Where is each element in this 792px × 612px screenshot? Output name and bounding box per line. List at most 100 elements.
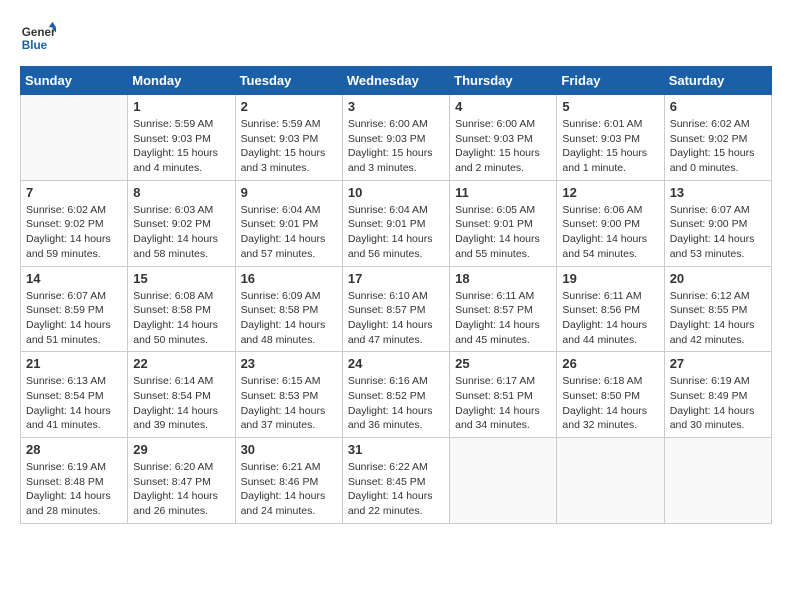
day-number: 10: [348, 185, 444, 200]
calendar-cell: 17 Sunrise: 6:10 AMSunset: 8:57 PMDayligh…: [342, 266, 449, 352]
calendar-cell: 18 Sunrise: 6:11 AMSunset: 8:57 PMDayligh…: [450, 266, 557, 352]
day-info: Sunrise: 6:15 AMSunset: 8:53 PMDaylight:…: [241, 374, 337, 433]
day-info: Sunrise: 6:02 AMSunset: 9:02 PMDaylight:…: [670, 117, 766, 176]
calendar-cell: 9 Sunrise: 6:04 AMSunset: 9:01 PMDaylight…: [235, 180, 342, 266]
calendar-cell: 20Sunrise: 6:12 AMSunset: 8:55 PMDayligh…: [664, 266, 771, 352]
weekday-header-saturday: Saturday: [664, 67, 771, 95]
day-info: Sunrise: 6:00 AMSunset: 9:03 PMDaylight:…: [455, 117, 551, 176]
calendar-cell: [664, 438, 771, 524]
calendar-cell: 10 Sunrise: 6:04 AMSunset: 9:01 PMDayligh…: [342, 180, 449, 266]
calendar-cell: 29Sunrise: 6:20 AMSunset: 8:47 PMDayligh…: [128, 438, 235, 524]
day-number: 26: [562, 356, 658, 371]
day-info: Sunrise: 6:01 AMSunset: 9:03 PMDaylight:…: [562, 117, 658, 176]
day-info: Sunrise: 6:11 AMSunset: 8:56 PMDaylight:…: [562, 289, 658, 348]
day-info: Sunrise: 6:12 AMSunset: 8:55 PMDaylight:…: [670, 289, 766, 348]
day-number: 12: [562, 185, 658, 200]
calendar-cell: 19 Sunrise: 6:11 AMSunset: 8:56 PMDayligh…: [557, 266, 664, 352]
calendar-cell: 21 Sunrise: 6:13 AMSunset: 8:54 PMDayligh…: [21, 352, 128, 438]
calendar-cell: 8 Sunrise: 6:03 AMSunset: 9:02 PMDaylight…: [128, 180, 235, 266]
calendar-cell: 12 Sunrise: 6:06 AMSunset: 9:00 PMDayligh…: [557, 180, 664, 266]
day-info: Sunrise: 5:59 AMSunset: 9:03 PMDaylight:…: [241, 117, 337, 176]
day-number: 30: [241, 442, 337, 457]
day-number: 15: [133, 271, 229, 286]
day-info: Sunrise: 6:17 AMSunset: 8:51 PMDaylight:…: [455, 374, 551, 433]
day-info: Sunrise: 6:02 AMSunset: 9:02 PMDaylight:…: [26, 203, 122, 262]
calendar-week-row-3: 14 Sunrise: 6:07 AMSunset: 8:59 PMDayligh…: [21, 266, 772, 352]
day-number: 19: [562, 271, 658, 286]
day-info: Sunrise: 6:10 AMSunset: 8:57 PMDaylight:…: [348, 289, 444, 348]
calendar-cell: [450, 438, 557, 524]
svg-text:Blue: Blue: [22, 39, 48, 52]
day-number: 17: [348, 271, 444, 286]
day-info: Sunrise: 6:19 AMSunset: 8:49 PMDaylight:…: [670, 374, 766, 433]
calendar-cell: 11Sunrise: 6:05 AMSunset: 9:01 PMDayligh…: [450, 180, 557, 266]
day-number: 24: [348, 356, 444, 371]
day-info: Sunrise: 6:08 AMSunset: 8:58 PMDaylight:…: [133, 289, 229, 348]
calendar-cell: 27 Sunrise: 6:19 AMSunset: 8:49 PMDayligh…: [664, 352, 771, 438]
weekday-header-wednesday: Wednesday: [342, 67, 449, 95]
day-info: Sunrise: 5:59 AMSunset: 9:03 PMDaylight:…: [133, 117, 229, 176]
calendar-week-row-5: 28 Sunrise: 6:19 AMSunset: 8:48 PMDayligh…: [21, 438, 772, 524]
calendar-week-row-2: 7 Sunrise: 6:02 AMSunset: 9:02 PMDaylight…: [21, 180, 772, 266]
weekday-header-sunday: Sunday: [21, 67, 128, 95]
day-number: 8: [133, 185, 229, 200]
weekday-header-tuesday: Tuesday: [235, 67, 342, 95]
day-number: 13: [670, 185, 766, 200]
calendar-cell: 28 Sunrise: 6:19 AMSunset: 8:48 PMDayligh…: [21, 438, 128, 524]
logo-icon: General Blue: [20, 20, 56, 56]
day-info: Sunrise: 6:07 AMSunset: 9:00 PMDaylight:…: [670, 203, 766, 262]
logo: General Blue: [20, 20, 56, 56]
day-number: 16: [241, 271, 337, 286]
calendar-week-row-4: 21 Sunrise: 6:13 AMSunset: 8:54 PMDayligh…: [21, 352, 772, 438]
weekday-header-monday: Monday: [128, 67, 235, 95]
calendar-cell: 3 Sunrise: 6:00 AMSunset: 9:03 PMDaylight…: [342, 95, 449, 181]
day-number: 6: [670, 99, 766, 114]
day-number: 22: [133, 356, 229, 371]
day-info: Sunrise: 6:19 AMSunset: 8:48 PMDaylight:…: [26, 460, 122, 519]
day-number: 23: [241, 356, 337, 371]
calendar-cell: 5Sunrise: 6:01 AMSunset: 9:03 PMDaylight…: [557, 95, 664, 181]
calendar-table: SundayMondayTuesdayWednesdayThursdayFrid…: [20, 66, 772, 524]
day-number: 2: [241, 99, 337, 114]
weekday-header-row: SundayMondayTuesdayWednesdayThursdayFrid…: [21, 67, 772, 95]
day-info: Sunrise: 6:16 AMSunset: 8:52 PMDaylight:…: [348, 374, 444, 433]
day-info: Sunrise: 6:04 AMSunset: 9:01 PMDaylight:…: [241, 203, 337, 262]
calendar-cell: 7 Sunrise: 6:02 AMSunset: 9:02 PMDaylight…: [21, 180, 128, 266]
calendar-cell: 22Sunrise: 6:14 AMSunset: 8:54 PMDayligh…: [128, 352, 235, 438]
day-number: 9: [241, 185, 337, 200]
day-number: 21: [26, 356, 122, 371]
day-number: 3: [348, 99, 444, 114]
calendar-cell: 30Sunrise: 6:21 AMSunset: 8:46 PMDayligh…: [235, 438, 342, 524]
page-header: General Blue: [20, 20, 772, 56]
day-number: 28: [26, 442, 122, 457]
day-number: 27: [670, 356, 766, 371]
day-info: Sunrise: 6:07 AMSunset: 8:59 PMDaylight:…: [26, 289, 122, 348]
day-info: Sunrise: 6:04 AMSunset: 9:01 PMDaylight:…: [348, 203, 444, 262]
day-info: Sunrise: 6:06 AMSunset: 9:00 PMDaylight:…: [562, 203, 658, 262]
day-number: 14: [26, 271, 122, 286]
day-info: Sunrise: 6:03 AMSunset: 9:02 PMDaylight:…: [133, 203, 229, 262]
day-info: Sunrise: 6:13 AMSunset: 8:54 PMDaylight:…: [26, 374, 122, 433]
calendar-cell: 6 Sunrise: 6:02 AMSunset: 9:02 PMDaylight…: [664, 95, 771, 181]
day-number: 18: [455, 271, 551, 286]
calendar-cell: 26Sunrise: 6:18 AMSunset: 8:50 PMDayligh…: [557, 352, 664, 438]
calendar-cell: 31Sunrise: 6:22 AMSunset: 8:45 PMDayligh…: [342, 438, 449, 524]
weekday-header-friday: Friday: [557, 67, 664, 95]
day-number: 7: [26, 185, 122, 200]
weekday-header-thursday: Thursday: [450, 67, 557, 95]
calendar-cell: 15 Sunrise: 6:08 AMSunset: 8:58 PMDayligh…: [128, 266, 235, 352]
day-number: 1: [133, 99, 229, 114]
day-info: Sunrise: 6:20 AMSunset: 8:47 PMDaylight:…: [133, 460, 229, 519]
calendar-cell: 2 Sunrise: 5:59 AMSunset: 9:03 PMDaylight…: [235, 95, 342, 181]
calendar-cell: 23 Sunrise: 6:15 AMSunset: 8:53 PMDayligh…: [235, 352, 342, 438]
calendar-cell: 4Sunrise: 6:00 AMSunset: 9:03 PMDaylight…: [450, 95, 557, 181]
calendar-cell: [21, 95, 128, 181]
day-number: 11: [455, 185, 551, 200]
calendar-cell: 25Sunrise: 6:17 AMSunset: 8:51 PMDayligh…: [450, 352, 557, 438]
calendar-cell: 16Sunrise: 6:09 AMSunset: 8:58 PMDayligh…: [235, 266, 342, 352]
day-info: Sunrise: 6:22 AMSunset: 8:45 PMDaylight:…: [348, 460, 444, 519]
calendar-cell: 13 Sunrise: 6:07 AMSunset: 9:00 PMDayligh…: [664, 180, 771, 266]
day-info: Sunrise: 6:00 AMSunset: 9:03 PMDaylight:…: [348, 117, 444, 176]
day-info: Sunrise: 6:11 AMSunset: 8:57 PMDaylight:…: [455, 289, 551, 348]
calendar-cell: 14 Sunrise: 6:07 AMSunset: 8:59 PMDayligh…: [21, 266, 128, 352]
